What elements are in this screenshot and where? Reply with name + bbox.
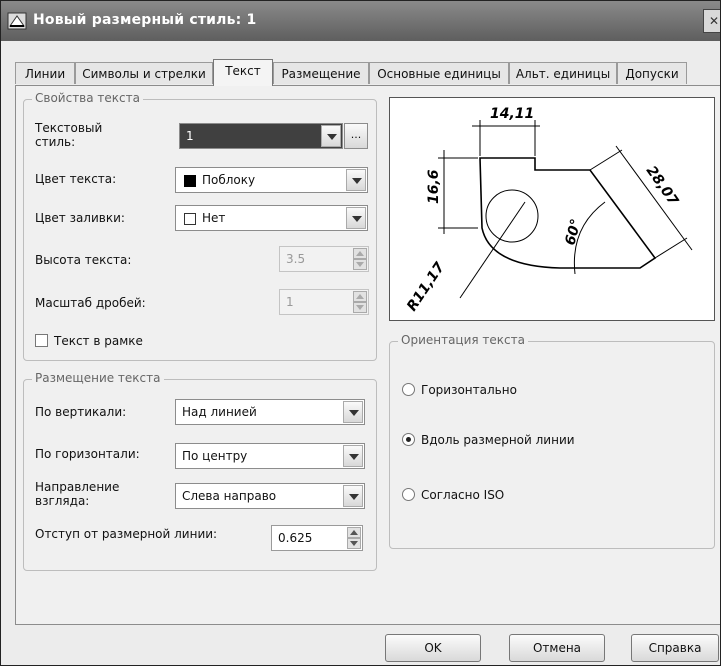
spin-up-icon[interactable] — [353, 248, 367, 259]
view-direction-combo[interactable]: Слева направо — [175, 483, 365, 509]
chevron-down-icon[interactable] — [343, 485, 363, 507]
tab-lines[interactable]: Линии — [15, 62, 75, 84]
offset-value[interactable]: 0.625 — [278, 531, 312, 545]
view-direction-label: Направление взгляда: — [35, 480, 120, 508]
fraction-scale-value: 1 — [286, 295, 294, 309]
dim-text-top: 14,11 — [490, 106, 534, 122]
spin-down-icon[interactable] — [353, 259, 367, 270]
dimension-texts: 14,11 16,6 28,07 60° R11,17 — [404, 106, 681, 314]
chevron-down-icon[interactable] — [346, 169, 366, 191]
radio-iso[interactable] — [402, 488, 415, 501]
preview-drawing: 14,11 16,6 28,07 60° R11,17 — [404, 106, 693, 314]
part-outline — [479, 157, 657, 269]
tab-text[interactable]: Текст — [213, 59, 273, 86]
text-height-label: Высота текста: — [35, 253, 132, 267]
chevron-down-icon[interactable] — [346, 207, 366, 229]
spin-down-icon[interactable] — [347, 538, 361, 549]
cancel-button[interactable]: Отмена — [509, 634, 605, 662]
radio-iso-label[interactable]: Согласно ISO — [421, 488, 504, 502]
empty-swatch — [184, 213, 196, 225]
horizontal-combo[interactable]: По центру — [175, 443, 365, 469]
fill-color-combo[interactable]: Нет — [175, 205, 368, 231]
dimension-preview: 14,11 16,6 28,07 60° R11,17 — [389, 97, 715, 321]
spin-down-icon[interactable] — [353, 302, 367, 313]
vertical-combo[interactable]: Над линией — [175, 399, 365, 425]
spin-up-icon[interactable] — [347, 527, 361, 538]
title-bar[interactable]: Новый размерный стиль: 1 ✕ — [1, 1, 720, 41]
text-frame-checkbox[interactable] — [35, 334, 48, 347]
tab-tolerances[interactable]: Допуски — [617, 62, 687, 84]
tab-alt-units[interactable]: Альт. единицы — [509, 62, 617, 84]
radio-aligned[interactable] — [402, 433, 415, 446]
tab-placement[interactable]: Размещение — [273, 62, 369, 84]
horizontal-value: По центру — [182, 449, 248, 463]
view-direction-value: Слева направо — [182, 489, 277, 503]
text-placement-legend: Размещение текста — [32, 371, 164, 385]
text-properties-legend: Свойства текста — [32, 91, 143, 105]
dim-text-left: 16,6 — [426, 169, 442, 204]
text-style-browse-button[interactable]: ... — [344, 123, 368, 149]
vertical-value: Над линией — [182, 405, 257, 419]
radio-horizontal-label[interactable]: Горизонтально — [421, 383, 517, 397]
radio-aligned-label[interactable]: Вдоль размерной линии — [421, 433, 575, 447]
fraction-scale-spinner[interactable]: 1 — [279, 289, 369, 315]
offset-label: Отступ от размерной линии: — [35, 527, 218, 541]
radio-horizontal[interactable] — [402, 383, 415, 396]
dim-text-radius: R11,17 — [404, 259, 448, 314]
chevron-down-icon[interactable] — [321, 125, 341, 147]
vertical-label: По вертикали: — [35, 405, 127, 419]
text-style-value: 1 — [186, 129, 194, 143]
text-orientation-legend: Ориентация текста — [398, 333, 528, 347]
dialog-window: Новый размерный стиль: 1 ✕ Линии Символы… — [0, 0, 721, 666]
dim-text-angle: 60° — [562, 217, 584, 247]
offset-spinner[interactable]: 0.625 — [271, 525, 363, 551]
dim-text-right: 28,07 — [643, 163, 682, 209]
text-color-label: Цвет текста: — [35, 172, 117, 186]
spin-up-icon[interactable] — [353, 291, 367, 302]
text-height-value: 3.5 — [286, 252, 306, 266]
fraction-scale-label: Масштаб дробей: — [35, 296, 146, 310]
help-button[interactable]: Справка — [631, 634, 719, 662]
text-style-combo[interactable]: 1 — [179, 123, 343, 149]
window-title: Новый размерный стиль: 1 — [33, 12, 257, 28]
close-icon: ✕ — [708, 14, 720, 28]
tab-symbols-arrows[interactable]: Символы и стрелки — [75, 62, 213, 84]
text-frame-label[interactable]: Текст в рамке — [54, 334, 143, 348]
fill-color-value: Нет — [202, 211, 226, 225]
dimension-lines — [438, 120, 693, 299]
text-color-value: Поблоку — [202, 173, 256, 187]
text-color-combo[interactable]: Поблоку — [175, 167, 368, 193]
color-swatch — [184, 175, 196, 187]
app-icon — [7, 12, 27, 30]
ok-button[interactable]: OK — [385, 634, 481, 662]
text-height-spinner[interactable]: 3.5 — [279, 246, 369, 272]
text-style-label: Текстовый стиль: — [35, 121, 103, 149]
close-button[interactable]: ✕ — [703, 9, 720, 33]
chevron-down-icon[interactable] — [343, 445, 363, 467]
horizontal-label: По горизонтали: — [35, 447, 140, 461]
fill-color-label: Цвет заливки: — [35, 211, 125, 225]
chevron-down-icon[interactable] — [343, 401, 363, 423]
tab-primary-units[interactable]: Основные единицы — [369, 62, 509, 84]
